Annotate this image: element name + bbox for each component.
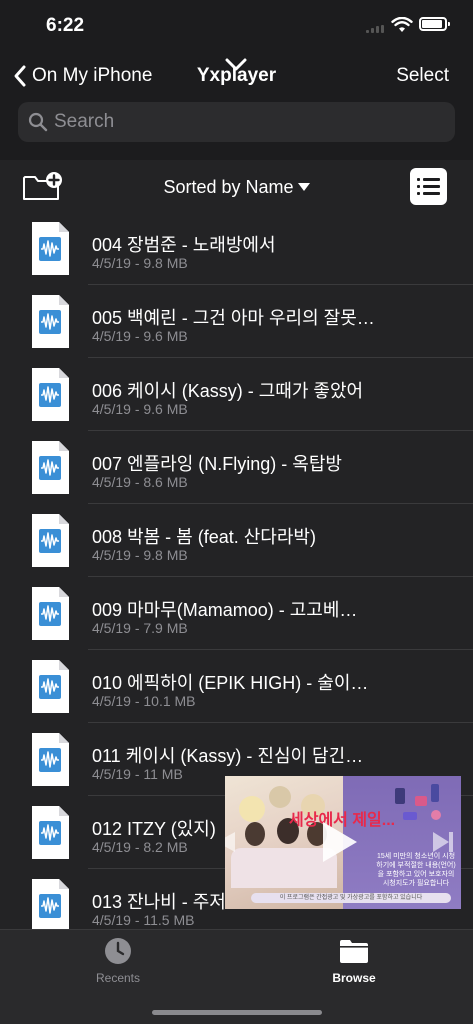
tab-recents[interactable]: Recents: [68, 936, 168, 985]
file-row[interactable]: 010 에픽하이 (EPIK HIGH) - 술이… 4/5/19 - 10.1 …: [0, 650, 473, 723]
list-view-button[interactable]: [410, 168, 447, 205]
sort-label: Sorted by Name: [163, 177, 294, 197]
ad-footer-text: 이 프로그램은 간접광고 및 가상광고를 포함하고 있습니다: [251, 893, 451, 903]
caret-down-icon: [297, 182, 310, 191]
audio-file-icon: [30, 659, 70, 714]
file-meta: 4/5/19 - 10.1 MB: [92, 693, 196, 709]
tab-recents-label: Recents: [95, 971, 141, 985]
file-meta: 4/5/19 - 8.2 MB: [92, 839, 188, 855]
audio-file-icon: [30, 221, 70, 276]
toolbar: Sorted by Name: [0, 160, 473, 212]
file-meta: 4/5/19 - 9.6 MB: [92, 401, 188, 417]
battery-icon: [419, 17, 450, 31]
search-icon: [28, 112, 48, 132]
file-meta: 4/5/19 - 9.8 MB: [92, 547, 188, 563]
file-row[interactable]: 004 장범준 - 노래방에서 4/5/19 - 9.8 MB: [0, 212, 473, 285]
file-row[interactable]: 005 백예린 - 그건 아마 우리의 잘못… 4/5/19 - 9.6 MB: [0, 285, 473, 358]
cellular-signal-icon: [366, 25, 386, 33]
file-name: 008 박봄 - 봄 (feat. 산다라박): [92, 527, 316, 547]
previous-icon[interactable]: [225, 832, 243, 852]
next-icon[interactable]: [431, 832, 455, 852]
play-icon[interactable]: [323, 822, 357, 862]
file-meta: 4/5/19 - 9.6 MB: [92, 328, 188, 344]
file-name: 012 ITZY (있지): [92, 819, 216, 839]
audio-file-icon: [30, 732, 70, 787]
chevron-down-icon[interactable]: [225, 58, 247, 72]
audio-file-icon: [30, 513, 70, 568]
tab-bar: Recents Browse: [0, 929, 473, 1024]
select-button[interactable]: Select: [396, 65, 449, 87]
audio-file-icon: [30, 440, 70, 495]
navigation-bar: On My iPhone Yxplayer Select: [0, 52, 473, 100]
video-ad-banner[interactable]: 세상에서 제일... 15세 미만의 청소년이 시청하기에 부적절한 내용(언어…: [225, 776, 461, 909]
file-name: 004 장범준 - 노래방에서: [92, 235, 276, 255]
wifi-icon: [391, 17, 413, 32]
home-indicator[interactable]: [152, 1010, 322, 1015]
file-row[interactable]: 009 마마무(Mamamoo) - 고고베… 4/5/19 - 7.9 MB: [0, 577, 473, 650]
file-meta: 4/5/19 - 11 MB: [92, 766, 183, 782]
file-meta: 4/5/19 - 7.9 MB: [92, 620, 188, 636]
file-row[interactable]: 008 박봄 - 봄 (feat. 산다라박) 4/5/19 - 9.8 MB: [0, 504, 473, 577]
sort-menu-button[interactable]: Sorted by Name: [0, 177, 473, 198]
audio-file-icon: [30, 805, 70, 860]
folder-icon: [340, 940, 368, 963]
file-name: 006 케이시 (Kassy) - 그때가 좋았어: [92, 381, 364, 401]
audio-file-icon: [30, 878, 70, 929]
search-field[interactable]: [18, 102, 455, 142]
file-row[interactable]: 006 케이시 (Kassy) - 그때가 좋았어 4/5/19 - 9.6 MB: [0, 358, 473, 431]
ad-rating-notice: 15세 미만의 청소년이 시청하기에 부적절한 내용(언어)을 포함하고 있어 …: [376, 853, 456, 887]
file-name: 011 케이시 (Kassy) - 진심이 담긴…: [92, 746, 364, 766]
status-bar: 6:22: [0, 0, 473, 52]
file-name: 007 엔플라잉 (N.Flying) - 옥탑방: [92, 454, 342, 474]
status-time: 6:22: [46, 15, 85, 36]
file-meta: 4/5/19 - 9.8 MB: [92, 255, 188, 271]
file-meta: 4/5/19 - 8.6 MB: [92, 474, 188, 490]
tab-browse[interactable]: Browse: [304, 936, 404, 985]
search-bar: [0, 100, 473, 160]
audio-file-icon: [30, 586, 70, 641]
file-name: 013 잔나비 - 주저: [92, 892, 226, 912]
search-input[interactable]: [54, 111, 434, 133]
audio-file-icon: [30, 294, 70, 349]
tab-browse-label: Browse: [332, 971, 376, 985]
audio-file-icon: [30, 367, 70, 422]
file-name: 005 백예린 - 그건 아마 우리의 잘못…: [92, 308, 375, 328]
file-name: 010 에픽하이 (EPIK HIGH) - 술이…: [92, 673, 369, 693]
clock-icon: [105, 938, 131, 964]
file-row[interactable]: 007 엔플라잉 (N.Flying) - 옥탑방 4/5/19 - 8.6 MB: [0, 431, 473, 504]
file-name: 009 마마무(Mamamoo) - 고고베…: [92, 600, 358, 620]
file-meta: 4/5/19 - 11.5 MB: [92, 912, 195, 928]
